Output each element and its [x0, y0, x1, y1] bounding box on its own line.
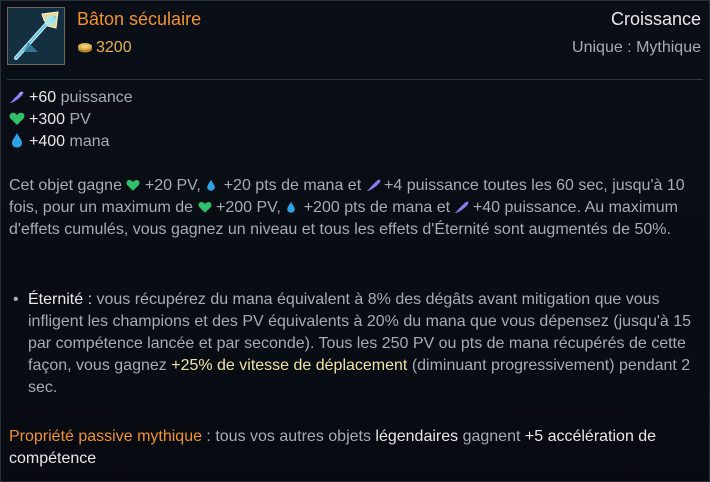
stat-value: +400 — [29, 133, 66, 150]
desc-text: +20 pts de mana et — [223, 177, 362, 194]
ability-power-icon — [9, 89, 25, 111]
health-icon — [9, 111, 25, 133]
item-tooltip: Bâton séculaire 3200 Croissance Unique :… — [0, 0, 710, 482]
health-icon — [126, 177, 140, 191]
legendary-highlight: légendaires — [375, 428, 459, 445]
stat-value: +60 — [29, 89, 57, 106]
mythic-text: : tous vos autres objets — [201, 428, 376, 445]
stat-value: +300 — [29, 111, 66, 128]
stats-list: +60 puissance +300 PV +400 mana — [9, 87, 133, 153]
passive-eternity: • Éternité : vous récupérez du mana équi… — [13, 289, 703, 399]
stat-ability-power: +60 puissance — [9, 87, 133, 109]
gold-value: 3200 — [96, 39, 132, 56]
ageless-staff-icon — [7, 7, 65, 65]
stat-label: puissance — [60, 89, 133, 106]
gold-coin-icon — [77, 40, 93, 58]
mana-icon — [205, 177, 219, 191]
ability-power-icon — [366, 177, 380, 191]
stat-mana: +400 mana — [9, 131, 133, 153]
header-divider — [7, 79, 703, 80]
health-icon — [198, 199, 212, 213]
item-rarity: Unique : Mythique — [572, 39, 701, 56]
stat-label: mana — [69, 133, 110, 150]
mana-icon — [285, 199, 299, 213]
stat-label: PV — [69, 111, 91, 128]
desc-text: Cet objet gagne — [9, 177, 122, 194]
item-category: Croissance — [610, 9, 701, 29]
mythic-label: Propriété passive mythique — [9, 428, 202, 445]
desc-text: +20 PV, — [144, 177, 201, 194]
mythic-text-2: gagnent — [458, 428, 525, 445]
desc-text: +200 pts de mana et — [303, 199, 451, 216]
move-speed-highlight: +25% de vitesse de déplacement — [171, 357, 408, 374]
mythic-passive: Propriété passive mythique : tous vos au… — [9, 426, 703, 470]
item-cost: 3200 — [77, 39, 132, 58]
passive-text: Éternité : vous récupérez du mana équiva… — [28, 289, 703, 399]
item-name: Bâton séculaire — [77, 9, 202, 29]
tooltip-header: Bâton séculaire 3200 Croissance Unique :… — [1, 1, 710, 75]
mana-icon — [9, 132, 25, 155]
stat-health: +300 PV — [9, 109, 133, 131]
passive-name: Éternité : — [28, 291, 93, 308]
bottom-fade — [1, 471, 709, 481]
desc-text: +200 PV, — [215, 199, 281, 216]
item-description: Cet objet gagne +20 PV, +20 pts de mana … — [9, 175, 703, 241]
ability-power-icon — [454, 199, 469, 213]
bullet: • — [13, 291, 19, 308]
